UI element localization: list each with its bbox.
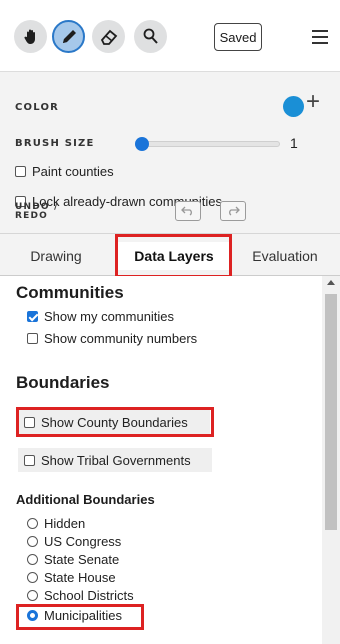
saved-badge: Saved	[214, 23, 262, 51]
redo-icon	[229, 206, 240, 216]
brush-size-slider[interactable]	[140, 141, 280, 147]
radio-municipalities[interactable]	[27, 610, 38, 621]
show-community-numbers-option[interactable]: Show community numbers	[27, 331, 197, 346]
redo-button[interactable]	[220, 201, 246, 221]
undo-button[interactable]	[175, 201, 201, 221]
boundary-option-state-senate[interactable]: State Senate	[27, 552, 119, 567]
pan-tool-button[interactable]	[14, 20, 47, 53]
undo-icon	[181, 206, 192, 216]
boundary-option-state-house[interactable]: State House	[27, 570, 116, 585]
undo-redo-label: UNDO / REDO	[15, 202, 59, 221]
search-icon	[143, 28, 158, 44]
brush-size-slider-thumb[interactable]	[135, 137, 149, 151]
show-tribal-governments-label: Show Tribal Governments	[41, 452, 191, 468]
option-label: School Districts	[44, 588, 134, 603]
radio-us-congress[interactable]	[27, 536, 38, 547]
show-my-communities-label: Show my communities	[44, 309, 175, 324]
boundaries-heading: Boundaries	[16, 373, 110, 392]
boundary-option-hidden[interactable]: Hidden	[27, 516, 85, 531]
radio-hidden[interactable]	[27, 518, 38, 529]
show-tribal-governments-option[interactable]: Show Tribal Governments	[18, 448, 212, 472]
eraser-tool-button[interactable]	[92, 20, 125, 53]
show-county-boundaries-label: Show County Boundaries	[41, 414, 188, 430]
communities-heading: Communities	[16, 283, 124, 302]
additional-boundaries-heading: Additional Boundaries	[16, 492, 155, 507]
boundary-option-school-districts[interactable]: School Districts	[27, 588, 134, 603]
color-swatch[interactable]	[283, 96, 304, 117]
color-label: COLOR	[15, 102, 60, 113]
add-color-icon[interactable]: +	[306, 90, 320, 114]
option-label: State House	[44, 570, 116, 585]
tab-data-layers[interactable]: Data Layers	[118, 242, 230, 270]
scroll-up-icon[interactable]	[327, 280, 335, 285]
show-my-communities-option[interactable]: Show my communities	[27, 309, 174, 324]
scroll-thumb[interactable]	[325, 294, 337, 530]
layers-scrollbar[interactable]	[322, 276, 340, 644]
brush-size-label: BRUSH SIZE	[15, 138, 95, 149]
show-community-numbers-checkbox[interactable]	[27, 333, 38, 344]
paint-counties-checkbox[interactable]	[15, 166, 26, 177]
hamburger-menu-icon[interactable]	[312, 30, 328, 44]
tab-drawing[interactable]: Drawing	[16, 242, 96, 270]
hand-icon	[23, 29, 35, 44]
toolbar: Saved	[0, 0, 340, 72]
tab-evaluation[interactable]: Evaluation	[244, 242, 326, 270]
show-county-boundaries-option[interactable]: Show County Boundaries	[18, 410, 210, 434]
show-community-numbers-label: Show community numbers	[44, 331, 198, 346]
radio-state-senate[interactable]	[27, 554, 38, 565]
radio-school-districts[interactable]	[27, 590, 38, 601]
brush-size-value: 1	[290, 135, 298, 151]
option-label: Hidden	[44, 516, 86, 531]
boundary-option-us-congress[interactable]: US Congress	[27, 534, 121, 549]
option-label: US Congress	[44, 534, 122, 549]
panel-tabs: Drawing Data Layers Evaluation	[0, 234, 340, 276]
pencil-icon	[62, 29, 76, 43]
search-tool-button[interactable]	[134, 20, 167, 53]
show-county-boundaries-checkbox[interactable]	[24, 416, 35, 428]
boundary-option-municipalities[interactable]: Municipalities	[27, 608, 122, 623]
brush-tool-button[interactable]	[52, 20, 85, 53]
option-label: State Senate	[44, 552, 120, 567]
show-tribal-governments-checkbox[interactable]	[24, 454, 35, 466]
paint-counties-option[interactable]: Paint counties	[15, 164, 114, 179]
option-label: Municipalities	[44, 608, 123, 623]
paint-counties-label: Paint counties	[32, 164, 114, 179]
radio-state-house[interactable]	[27, 572, 38, 583]
eraser-icon	[100, 29, 117, 45]
show-my-communities-checkbox[interactable]	[27, 311, 38, 322]
